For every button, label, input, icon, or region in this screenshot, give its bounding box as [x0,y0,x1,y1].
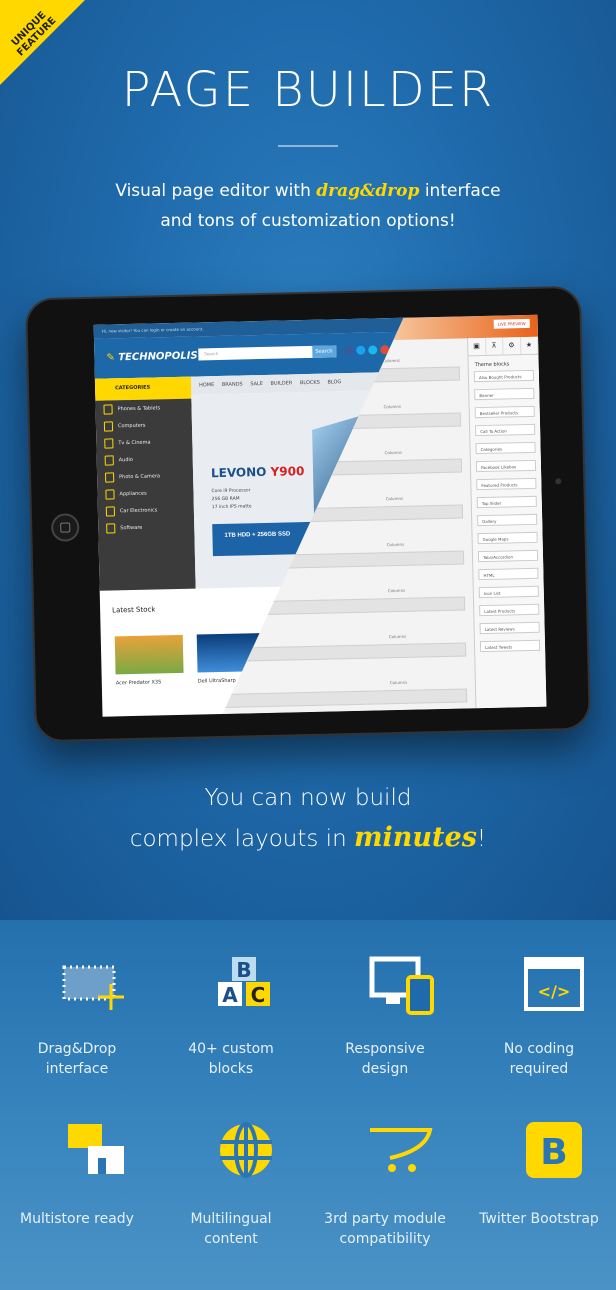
feature-label: Responsive design [345,1041,425,1077]
subtitle-text: interface [419,181,501,201]
panel-title: Theme blocks [474,361,510,369]
banner-model: Y900 [270,464,305,479]
feature-label: Drag&Drop interface [37,1041,117,1077]
subtitle-text: Visual page editor with [115,181,317,201]
row-columns-label: Columns [384,449,403,456]
tablet-mockup: Hi, new visitor! You can login or create… [25,285,591,743]
caption-text: complex layouts in [129,826,354,852]
feature-label: Multistore ready [20,1211,134,1227]
row-columns-label: Columns [387,587,406,594]
theme-block-item[interactable]: Banner [474,387,535,401]
tablet-screen: Hi, new visitor! You can login or create… [93,314,547,717]
theme-block-item[interactable]: Top Slider [476,495,537,509]
svg-text:C: C [251,983,266,1007]
banner-brand: LEVONO [210,464,267,481]
builder-row[interactable] [210,596,465,616]
theme-block-item[interactable]: Categories [475,441,536,455]
svg-text:B: B [236,958,251,982]
code-window-icon: </> [514,955,594,1025]
theme-block-item[interactable]: HTML [478,567,539,581]
theme-blocks-panel: ▣ ⊼ ⚙ ★ Theme blocks Also Bought Products Ba… [467,336,547,709]
svg-text:A: A [222,983,238,1007]
category-item[interactable]: Software [98,524,194,543]
feature-label: No coding required [503,1041,575,1077]
caption-highlight: minutes [353,822,477,853]
nav-link[interactable]: HOME [199,382,214,388]
camera-icon [555,478,562,485]
feature-label: Multilingual content [190,1211,272,1247]
theme-block-item[interactable]: Gallery [477,513,538,527]
divider [278,145,338,147]
theme-block-item[interactable]: Icon List [478,585,539,599]
home-button-icon [50,513,80,542]
builder-header: LIVE PREVIEW [394,315,538,340]
live-preview-button[interactable]: LIVE PREVIEW [494,319,530,329]
builder-row[interactable] [212,688,467,708]
caption-text: ! [476,826,487,852]
row-columns-label: Columns [382,357,401,364]
store-search-button[interactable]: Search [312,345,337,358]
nav-link[interactable]: BUILDER BLOCKS [270,380,319,387]
caption-line1: You can now build [204,785,412,811]
row-columns-label: Columns [386,541,405,548]
theme-block-item[interactable]: Latest Products [479,603,540,617]
svg-text:B: B [540,1132,567,1173]
multistore-icon [52,1120,132,1190]
theme-block-item[interactable]: Bestseller Products [474,405,535,419]
nav-link[interactable]: SALE [250,381,263,387]
drag-drop-icon [52,955,132,1025]
product-name[interactable]: Acer Predator X35 [116,679,162,686]
facebook-icon[interactable] [344,345,354,356]
subtitle-line2: and tons of customization options! [160,211,456,231]
theme-block-item[interactable]: Tabs/Accordion [477,549,539,563]
subtitle: Visual page editor with drag&drop interf… [0,176,616,236]
globe-icon [206,1120,286,1190]
theme-block-item[interactable]: Google Maps [477,531,538,545]
theme-block-item[interactable]: Also Bought Products [473,369,535,383]
theme-block-item[interactable]: Latest Reviews [479,621,540,635]
store-logo: ✎ TECHNOPOLIS [106,350,198,364]
caption: You can now build complex layouts in min… [0,778,616,859]
spec-line: 17 inch IPS matte [211,504,252,511]
product-image[interactable] [114,634,184,675]
bootstrap-icon: B [514,1120,594,1190]
feature-label: Twitter Bootstrap [479,1211,599,1227]
theme-block-item[interactable]: Facebook Likebox [475,459,537,473]
panel-tab[interactable]: ▣ [468,337,486,356]
responsive-devices-icon [360,955,440,1025]
vimeo-icon[interactable] [368,345,378,355]
page-title: PAGE BUILDER [121,62,495,118]
row-columns-label: Columns [383,403,402,410]
banner-title: LEVONO Y900 [211,464,305,480]
theme-block-item[interactable]: Featured Products [476,477,537,491]
theme-block-item[interactable]: Latest Tweets [479,639,541,653]
row-columns-label: Columns [389,679,408,686]
latest-stock-heading: Latest Stock [112,605,156,615]
nav-link[interactable]: BRANDS [222,381,243,387]
panel-tab[interactable]: ★ [520,336,539,355]
category-sidebar: Phones & Tablets Computers Tv & Cinema Audi… [95,398,196,591]
product-name[interactable]: Dell UltraSharp [198,678,236,685]
module-cart-icon [360,1120,440,1190]
row-columns-label: Columns [388,633,407,640]
svg-text:</>: </> [538,982,571,1001]
panel-tab[interactable]: ⊼ [485,337,504,355]
theme-block-item[interactable]: Call To Action [475,423,536,437]
nav-link[interactable]: BLOG [327,379,341,385]
feature-label: 3rd party module compatibility [324,1211,446,1247]
panel-tab[interactable]: ⚙ [503,337,521,355]
subtitle-highlight: drag&drop [316,181,420,201]
categories-button[interactable]: CATEGORIES [94,376,192,401]
twitter-icon[interactable] [356,345,366,355]
banner-specs: Core i9 Processor 256 GB RAM 17 inch IPS m… [211,487,251,512]
feature-label: 40+ custom blocks [188,1041,274,1077]
abc-blocks-icon: BAC [206,955,286,1025]
logo-text: TECHNOPOLIS [118,350,198,364]
row-columns-label: Columns [385,495,404,502]
